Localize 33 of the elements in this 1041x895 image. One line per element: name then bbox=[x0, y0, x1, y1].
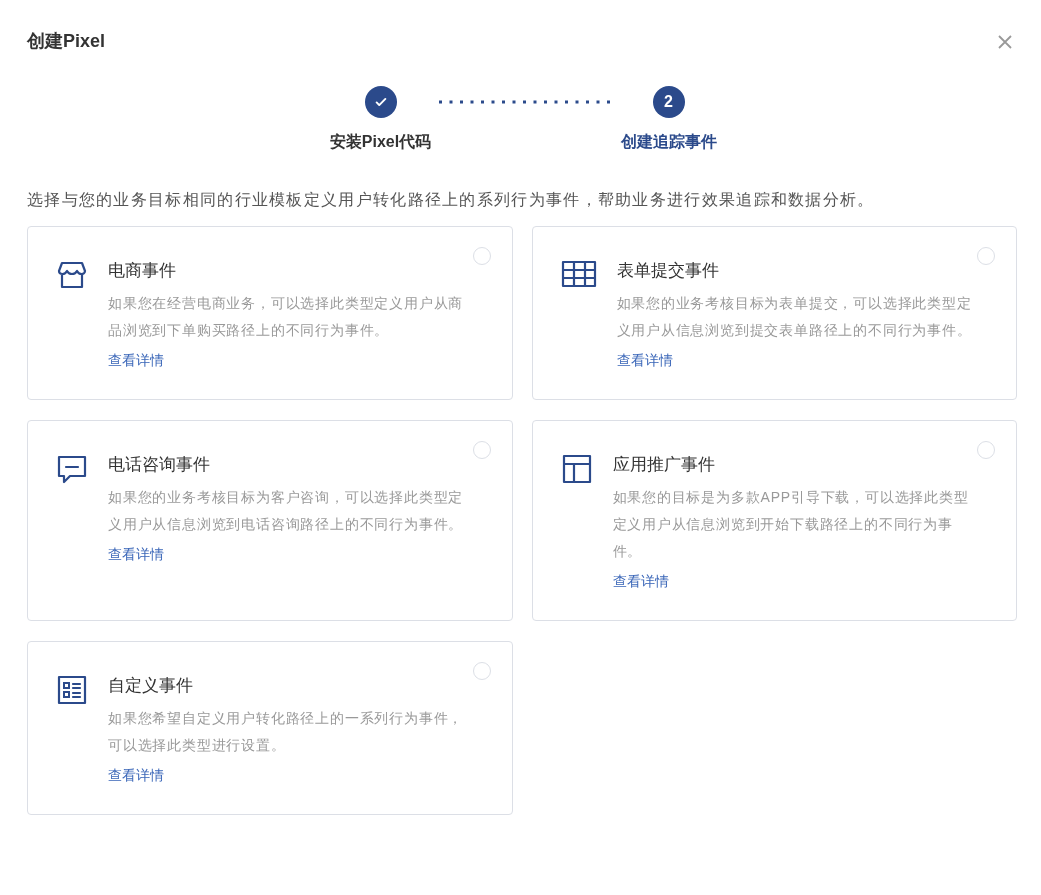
details-link[interactable]: 查看详情 bbox=[616, 350, 979, 371]
step-label: 创建追踪事件 bbox=[620, 132, 717, 152]
event-card[interactable]: 应用推广事件 如果您的目标是为多款APP引导下载，可以选择此类型定义用户从信息浏览到开始下载路径上的不同行为事件。 查看详情 bbox=[531, 420, 1017, 621]
chat-bubble-icon bbox=[56, 453, 88, 485]
card-description: 如果您的目标是为多款APP引导下载，可以选择此类型定义用户从信息浏览到开始下载路径上的不同行为事件。 bbox=[612, 488, 970, 561]
card-description: 如果您的业务考核目标为表单提交，可以选择此类型定义用户从信息浏览到提交表单路径上的不同行为事件。 bbox=[616, 294, 973, 340]
layout-icon bbox=[560, 453, 593, 485]
step-label: 安装Pixel代码 bbox=[329, 132, 432, 152]
card-title: 应用推广事件 bbox=[612, 454, 716, 476]
table-icon bbox=[560, 259, 597, 289]
close-icon bbox=[998, 34, 1012, 49]
details-link[interactable]: 查看详情 bbox=[108, 350, 470, 371]
intro-text: 选择与您的业务目标相同的行业模板定义用户转化路径上的系列行为事件，帮助业务进行效果追踪和数据分析。 bbox=[27, 190, 876, 210]
card-title: 自定义事件 bbox=[108, 675, 194, 697]
event-card[interactable]: 表单提交事件 如果您的业务考核目标为表单提交，可以选择此类型定义用户从信息浏览到提交表单路径上的不同行为事件。 查看详情 bbox=[531, 226, 1017, 400]
card-description: 如果您的业务考核目标为客户咨询，可以选择此类型定义用户从信息浏览到电话咨询路径上的不同行为事件。 bbox=[108, 488, 465, 534]
dialog-title: 创建Pixel bbox=[27, 30, 106, 53]
card-title: 表单提交事件 bbox=[616, 260, 720, 282]
event-card[interactable]: 电话咨询事件 如果您的业务考核目标为客户咨询，可以选择此类型定义用户从信息浏览到电话咨询路径上的不同行为事件。 查看详情 bbox=[27, 420, 513, 621]
details-link[interactable]: 查看详情 bbox=[108, 544, 470, 565]
card-title: 电商事件 bbox=[108, 260, 177, 282]
check-icon bbox=[373, 95, 388, 109]
details-link[interactable]: 查看详情 bbox=[108, 765, 470, 786]
card-description: 如果您在经营电商业务，可以选择此类型定义用户从商品浏览到下单购买路径上的不同行为事件。 bbox=[108, 294, 465, 340]
card-title: 电话咨询事件 bbox=[108, 454, 211, 476]
step-indicator: 2 bbox=[652, 86, 685, 118]
event-card[interactable]: 自定义事件 如果您希望自定义用户转化路径上的一系列行为事件，可以选择此类型进行设置。 查看详情 bbox=[27, 641, 513, 815]
list-icon bbox=[56, 674, 88, 706]
card-description: 如果您希望自定义用户转化路径上的一系列行为事件，可以选择此类型进行设置。 bbox=[108, 709, 465, 755]
storefront-icon bbox=[56, 259, 88, 291]
details-link[interactable]: 查看详情 bbox=[612, 571, 975, 592]
event-card[interactable]: 电商事件 如果您在经营电商业务，可以选择此类型定义用户从商品浏览到下单购买路径上的不同行为事件。 查看详情 bbox=[27, 226, 513, 400]
close-button[interactable] bbox=[998, 34, 1012, 49]
